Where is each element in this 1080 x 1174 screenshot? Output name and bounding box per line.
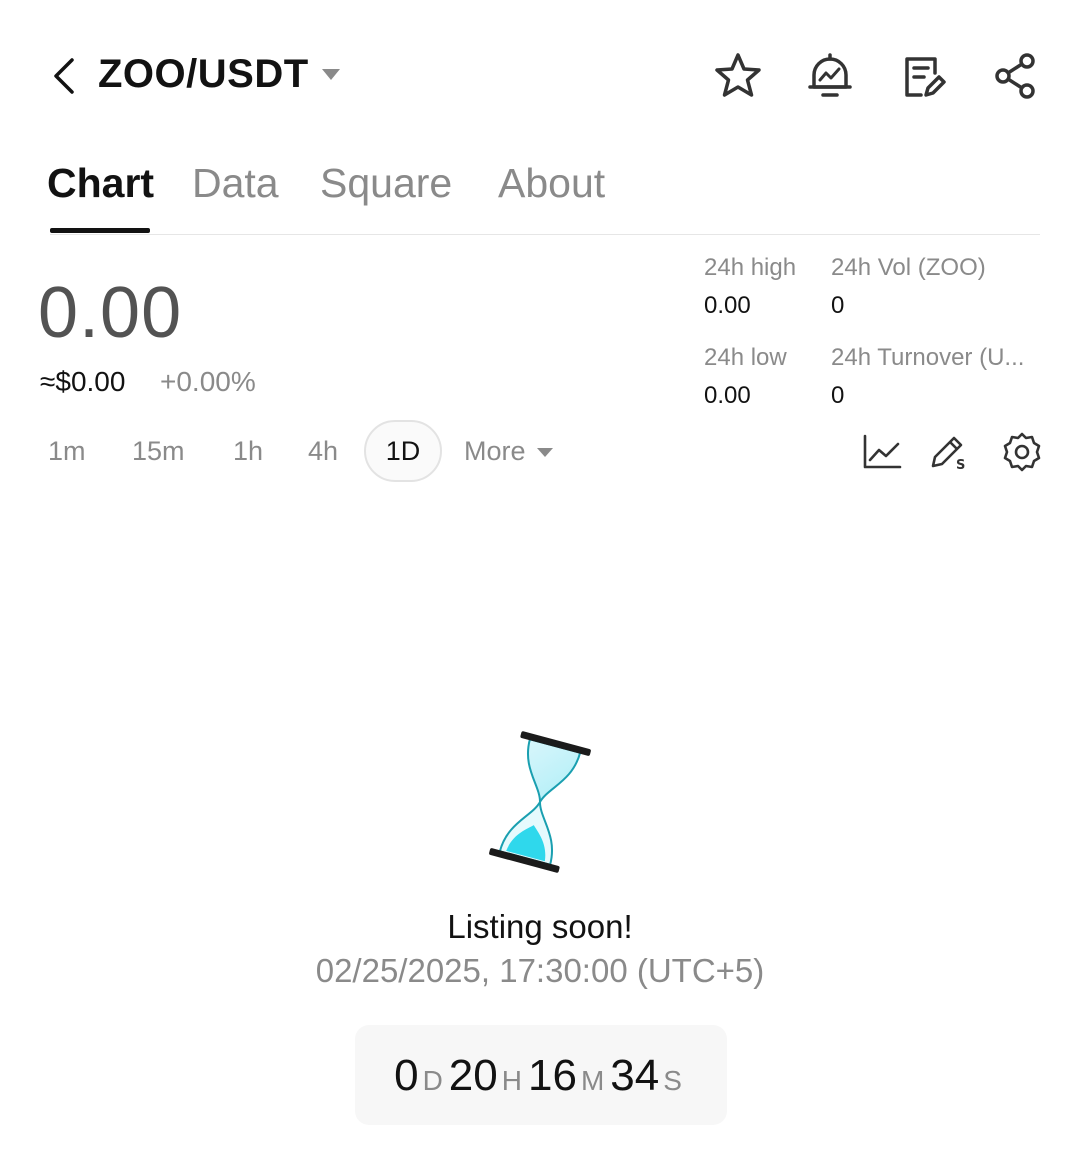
draw-tool-icon: S xyxy=(931,436,965,472)
price-alert-button[interactable] xyxy=(804,50,856,102)
price-usd-equivalent: ≈$0.00 xyxy=(40,366,126,397)
countdown-days-unit: D xyxy=(422,1065,443,1096)
listing-title: Listing soon! xyxy=(447,908,633,945)
timeframe-selector: 1m 15m 1h 4h 1D More xyxy=(0,420,1080,484)
timeframe-1h[interactable]: 1h xyxy=(233,436,263,467)
top-bar: ZOO/USDT xyxy=(0,40,1080,110)
indicator-chart-icon xyxy=(863,434,902,469)
timeframe-more-label: More xyxy=(464,436,526,466)
countdown-days: 0 xyxy=(394,1051,419,1100)
share-icon xyxy=(995,53,1035,99)
favorite-button[interactable] xyxy=(712,50,764,102)
share-button[interactable] xyxy=(990,50,1042,102)
tab-data[interactable]: Data xyxy=(192,160,279,207)
countdown-timer: 0 D 20 H 16 M 34 S xyxy=(355,1025,727,1125)
hourglass-icon xyxy=(489,731,591,873)
stat-high-label: 24h high xyxy=(704,254,797,281)
timeframe-1m[interactable]: 1m xyxy=(48,436,86,467)
notes-icon xyxy=(905,57,946,97)
svg-text:S: S xyxy=(956,458,965,472)
caret-down-icon[interactable] xyxy=(320,66,342,82)
last-price: 0.00 xyxy=(38,273,183,353)
settings-gear-icon xyxy=(1003,432,1041,472)
stat-volume-label: 24h Vol (ZOO) xyxy=(831,254,986,281)
tab-chart[interactable]: Chart xyxy=(47,160,154,207)
drawing-tools-button[interactable]: S xyxy=(926,430,970,474)
price-alert-icon xyxy=(808,53,852,97)
active-tab-indicator xyxy=(50,228,150,233)
stat-low-value: 0.00 xyxy=(704,382,751,409)
notes-button[interactable] xyxy=(898,50,950,102)
countdown-hours-unit: H xyxy=(501,1065,522,1096)
stat-turnover-label: 24h Turnover (U... xyxy=(831,344,1025,371)
chart-settings-button[interactable] xyxy=(1000,430,1044,474)
timeframe-15m[interactable]: 15m xyxy=(132,436,185,467)
back-chevron-icon xyxy=(54,58,74,94)
timeframe-more-button[interactable]: More xyxy=(464,436,554,467)
countdown-seconds: 34 xyxy=(610,1051,660,1100)
pair-title[interactable]: ZOO/USDT xyxy=(98,52,309,97)
main-tabs: Chart Data Square About xyxy=(0,150,1080,236)
timeframe-1d[interactable]: 1D xyxy=(364,420,442,482)
countdown-minutes: 16 xyxy=(527,1051,577,1100)
countdown-minutes-unit: M xyxy=(580,1065,605,1096)
timeframe-4h[interactable]: 4h xyxy=(308,436,338,467)
countdown-hours: 20 xyxy=(448,1051,498,1100)
stat-turnover-value: 0 xyxy=(831,382,845,409)
price-change-percent: +0.00% xyxy=(160,366,256,397)
back-button[interactable] xyxy=(44,56,84,96)
caret-down-icon xyxy=(536,447,553,457)
tabs-divider xyxy=(50,234,1040,235)
indicators-button[interactable] xyxy=(860,430,904,474)
tab-about[interactable]: About xyxy=(498,160,605,207)
star-icon xyxy=(715,53,761,97)
tab-square[interactable]: Square xyxy=(320,160,452,207)
stat-low-label: 24h low xyxy=(704,344,787,371)
stat-high-value: 0.00 xyxy=(704,292,751,319)
stat-volume-value: 0 xyxy=(831,292,845,319)
listing-datetime: 02/25/2025, 17:30:00 (UTC+5) xyxy=(315,952,765,989)
countdown-seconds-unit: S xyxy=(663,1065,682,1096)
